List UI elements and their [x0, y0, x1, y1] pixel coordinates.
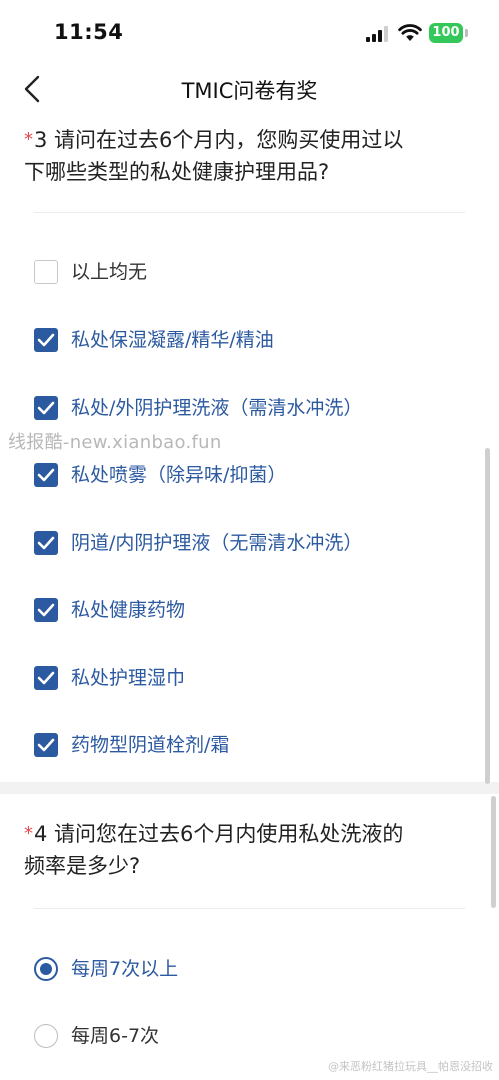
- q3-option-medicine[interactable]: 私处健康药物: [34, 595, 479, 629]
- checkmark-icon: [37, 401, 55, 415]
- battery-indicator: 100: [429, 23, 463, 43]
- checkmark-icon: [37, 603, 55, 617]
- q3-option-no-rinse-wash[interactable]: 阴道/内阴护理液（无需清水冲洗）: [34, 528, 479, 562]
- option-label: 私处护理湿巾: [71, 667, 186, 689]
- q4-option-6-7[interactable]: 每周6-7次: [34, 1021, 479, 1055]
- option-label: 私处保湿凝露/精华/精油: [71, 329, 274, 351]
- nav-bar: TMIC问卷有奖: [0, 64, 499, 114]
- wifi-icon: [398, 24, 422, 41]
- footer-watermark: @来恶粉红猪拉玩具__帕恩没招收: [328, 1060, 493, 1073]
- question-4-title: *4 请问您在过去6个月内使用私处洗液的 频率是多少?: [24, 818, 475, 882]
- scrollbar-upper[interactable]: [485, 448, 490, 784]
- q4-option-over-7[interactable]: 每周7次以上: [34, 954, 479, 988]
- watermark: 线报酷-new.xianbao.fun: [8, 432, 222, 453]
- scrollbar-lower[interactable]: [491, 796, 496, 908]
- question-4-line-2: 频率是多少?: [24, 854, 141, 878]
- divider: [34, 908, 465, 909]
- checkmark-icon: [37, 671, 55, 685]
- q3-option-moisturizer[interactable]: 私处保湿凝露/精华/精油: [34, 325, 479, 359]
- question-4-line-1: *4 请问您在过去6个月内使用私处洗液的: [24, 822, 404, 846]
- checkmark-icon: [37, 536, 55, 550]
- checkbox-checked[interactable]: [34, 666, 58, 690]
- checkbox-unchecked[interactable]: [34, 260, 58, 284]
- option-label: 私处喷雾（除异味/抑菌）: [71, 464, 287, 486]
- question-3-line-1: *3 请问在过去6个月内，您购买使用过以: [24, 128, 404, 152]
- checkbox-checked[interactable]: [34, 396, 58, 420]
- option-label: 药物型阴道栓剂/霜: [71, 734, 230, 756]
- battery-tip: [465, 29, 468, 37]
- checkmark-icon: [37, 738, 55, 752]
- q3-option-spray[interactable]: 私处喷雾（除异味/抑菌）: [34, 460, 479, 494]
- required-mark: *: [24, 129, 33, 150]
- option-label: 每周6-7次: [71, 1025, 160, 1047]
- checkbox-checked[interactable]: [34, 733, 58, 757]
- option-label: 每周7次以上: [71, 958, 179, 980]
- option-label: 阴道/内阴护理液（无需清水冲洗）: [71, 532, 363, 554]
- q3-option-rinse-wash[interactable]: 私处/外阴护理洗液（需清水冲洗）: [34, 393, 479, 427]
- signal-icon: [366, 26, 388, 42]
- checkbox-checked[interactable]: [34, 328, 58, 352]
- q3-option-wipes[interactable]: 私处护理湿巾: [34, 663, 479, 697]
- divider: [34, 212, 465, 213]
- page-title: TMIC问卷有奖: [181, 79, 318, 103]
- checkmark-icon: [37, 333, 55, 347]
- section-separator: [0, 782, 499, 794]
- checkbox-checked[interactable]: [34, 598, 58, 622]
- radio-unchecked[interactable]: [34, 1024, 58, 1048]
- question-3-title: *3 请问在过去6个月内，您购买使用过以 下哪些类型的私处健康护理用品?: [24, 124, 475, 188]
- option-label: 以上均无: [71, 261, 148, 283]
- checkmark-icon: [37, 468, 55, 482]
- checkbox-checked[interactable]: [34, 531, 58, 555]
- checkbox-checked[interactable]: [34, 463, 58, 487]
- radio-checked[interactable]: [34, 957, 58, 981]
- option-label: 私处/外阴护理洗液（需清水冲洗）: [71, 397, 363, 419]
- status-bar: 11:54 100: [0, 0, 499, 60]
- option-label: 私处健康药物: [71, 599, 186, 621]
- required-mark: *: [24, 823, 33, 844]
- q3-option-none[interactable]: 以上均无: [34, 257, 479, 291]
- question-3-line-2: 下哪些类型的私处健康护理用品?: [24, 160, 330, 184]
- status-time: 11:54: [54, 20, 124, 44]
- q3-option-suppository[interactable]: 药物型阴道栓剂/霜: [34, 730, 479, 764]
